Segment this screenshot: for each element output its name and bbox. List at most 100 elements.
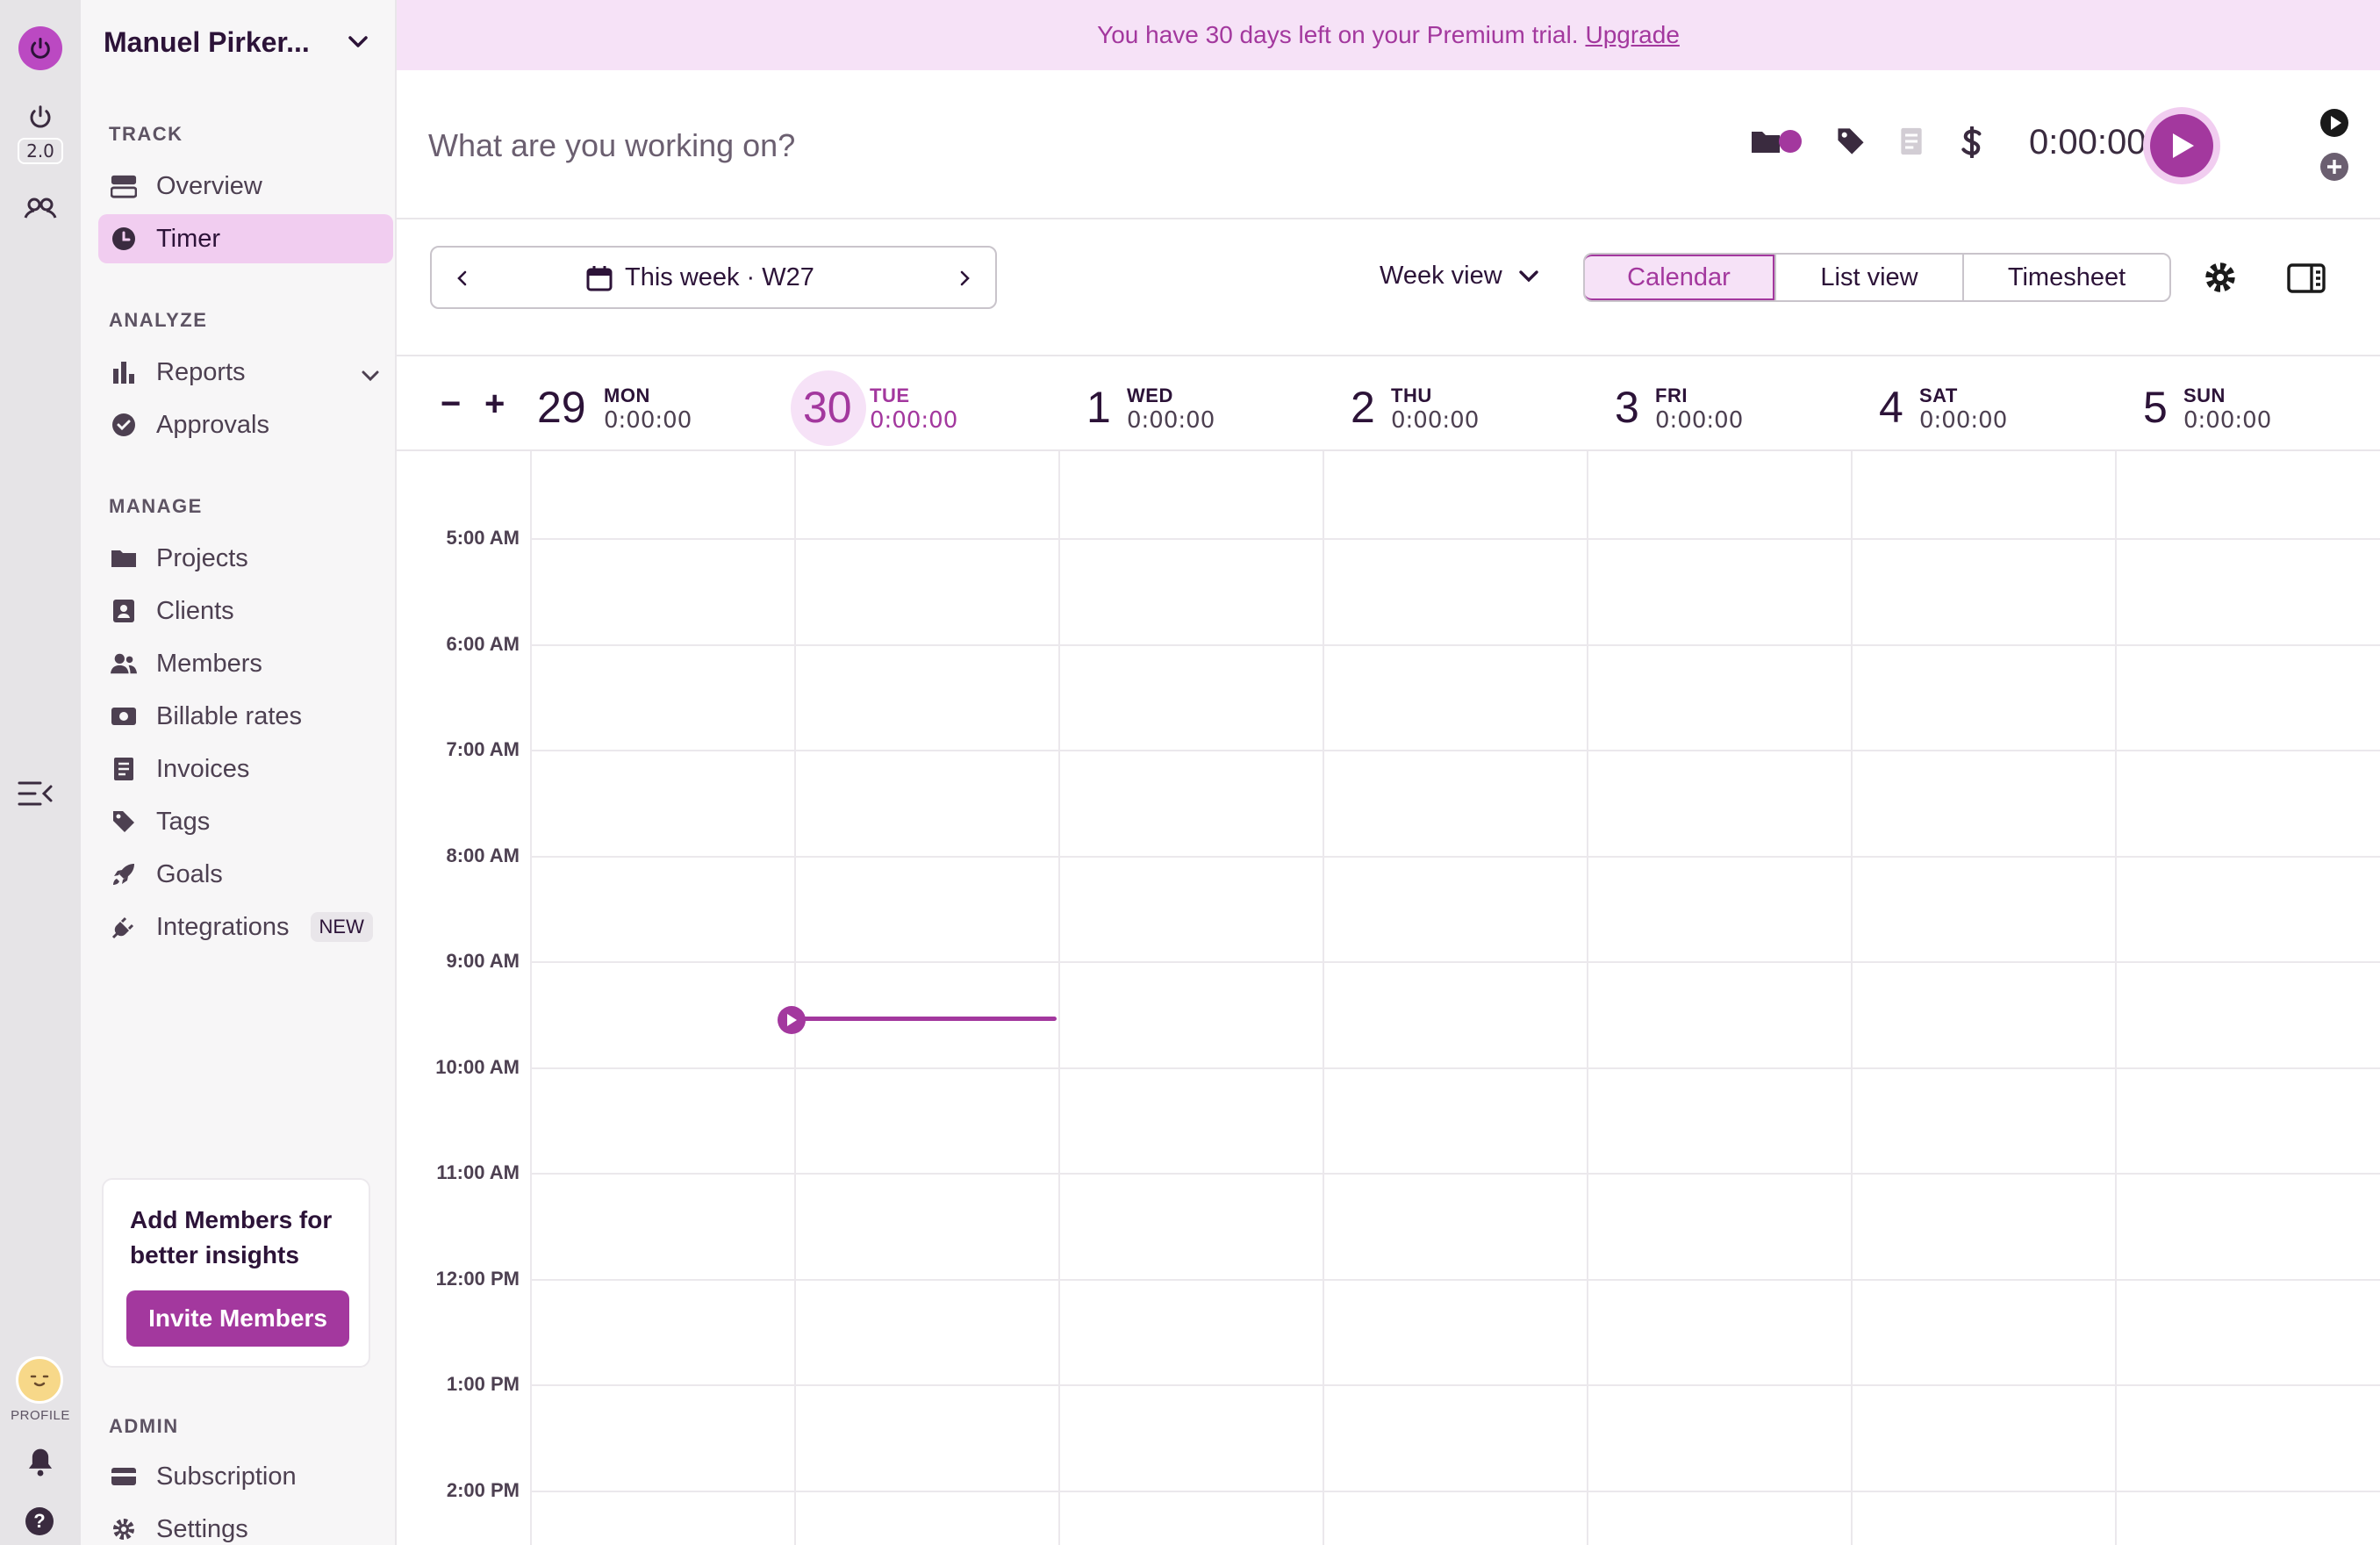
- week-picker[interactable]: This week · W27: [430, 246, 997, 309]
- sidebar-item-goals[interactable]: Goals: [98, 850, 393, 899]
- day-name: FRI: [1655, 384, 1688, 406]
- profile-label: PROFILE: [11, 1408, 70, 1423]
- tag-icon: [111, 808, 137, 835]
- day-total-duration: 0:00:00: [1127, 407, 1215, 434]
- day-number: 2: [1351, 383, 1375, 432]
- section-manage: MANAGE: [109, 495, 203, 517]
- day-total-duration: 0:00:00: [1655, 407, 1744, 434]
- view-select[interactable]: Week view: [1380, 262, 1541, 291]
- hour-gridline: [530, 1173, 2380, 1175]
- client-card-icon: [111, 598, 137, 624]
- hour-label: 6:00 AM: [446, 632, 520, 655]
- chevron-left-icon[interactable]: [449, 265, 476, 291]
- calendar-header: − + 29 MON 0:00:00 30 TUE 0:00:00 1 WED 0:00:00 2…: [397, 356, 2380, 451]
- section-track: TRACK: [109, 123, 183, 145]
- day-name: TUE: [870, 384, 910, 406]
- receipt-icon[interactable]: [1899, 126, 1924, 161]
- day-column-divider: [1058, 451, 1060, 1545]
- day-name: WED: [1127, 384, 1173, 406]
- sidebar-item-projects[interactable]: Projects: [98, 534, 393, 583]
- sidebar-item-tags[interactable]: Tags: [98, 797, 393, 846]
- workspace-name[interactable]: Manuel Pirker...: [104, 26, 310, 59]
- chevron-right-icon[interactable]: [951, 265, 978, 291]
- sidebar-item-integrations[interactable]: Integrations NEW: [98, 902, 393, 952]
- day-total-duration: 0:00:00: [1391, 407, 1480, 434]
- credit-card-icon: [111, 1463, 137, 1490]
- side-panel-icon[interactable]: [2287, 263, 2326, 298]
- sidebar-item-settings[interactable]: Settings: [98, 1505, 393, 1545]
- hour-gridline: [530, 643, 2380, 646]
- sidebar-item-label: Clients: [156, 596, 234, 625]
- bell-icon[interactable]: [26, 1447, 54, 1481]
- day-number: 5: [2143, 383, 2168, 432]
- sidebar-item-members[interactable]: Members: [98, 639, 393, 688]
- sidebar-item-label: Invoices: [156, 754, 250, 783]
- day-name: SUN: [2183, 384, 2226, 406]
- timer-value: 0:00:00: [2029, 123, 2147, 162]
- hour-label: 1:00 PM: [446, 1373, 520, 1395]
- section-admin: ADMIN: [109, 1415, 179, 1437]
- collapse-sidebar-icon[interactable]: [18, 780, 54, 812]
- description-input[interactable]: [428, 119, 1218, 172]
- help-icon[interactable]: ?: [25, 1507, 54, 1535]
- day-column-divider: [794, 451, 796, 1545]
- sidebar-item-label: Goals: [156, 859, 223, 888]
- timer-mode-icon[interactable]: [2319, 107, 2350, 143]
- sidebar-item-invoices[interactable]: Invoices: [98, 744, 393, 794]
- members-icon: [111, 650, 137, 677]
- project-picker-icon[interactable]: [1750, 126, 1804, 161]
- current-time-line: [792, 1017, 1057, 1021]
- calendar-grid[interactable]: 5:00 AM 6:00 AM 7:00 AM 8:00 AM 9:00 AM 10:00…: [397, 451, 2380, 1545]
- bar-chart-icon: [111, 359, 137, 385]
- overview-icon: [111, 173, 137, 199]
- chevron-down-icon[interactable]: [360, 362, 381, 391]
- sidebar-item-label: Projects: [156, 543, 248, 572]
- tab-calendar[interactable]: Calendar: [1585, 255, 1774, 300]
- current-time-play-icon[interactable]: [778, 1006, 806, 1034]
- tab-list-view[interactable]: List view: [1774, 255, 1962, 300]
- sidebar-item-timer[interactable]: Timer: [98, 214, 393, 263]
- sidebar: Manuel Pirker... TRACK Overview Timer AN…: [81, 0, 397, 1545]
- week-label-group[interactable]: This week · W27: [586, 263, 814, 292]
- tab-timesheet[interactable]: Timesheet: [1962, 255, 2169, 300]
- day-number: 29: [537, 383, 586, 432]
- zoom-out-button[interactable]: −: [441, 384, 461, 424]
- invite-members-button[interactable]: Invite Members: [126, 1290, 349, 1347]
- billable-dollar-icon[interactable]: [1961, 126, 1983, 162]
- chevron-down-icon[interactable]: [346, 33, 370, 55]
- play-icon: [2150, 114, 2213, 177]
- start-timer-button[interactable]: [2143, 107, 2220, 184]
- toggl-logo-icon[interactable]: [18, 26, 62, 70]
- view-tabs: Calendar List view Timesheet: [1583, 253, 2171, 302]
- trial-banner: You have 30 days left on your Premium tr…: [397, 0, 2380, 70]
- sidebar-item-billable-rates[interactable]: Billable rates: [98, 692, 393, 741]
- manual-mode-icon[interactable]: [2319, 151, 2350, 187]
- hour-gridline: [530, 750, 2380, 751]
- promo-title: Add Members for better insights: [130, 1206, 333, 1268]
- track-v2-switch[interactable]: 2.0: [18, 104, 63, 164]
- check-circle-icon: [111, 412, 137, 438]
- sidebar-item-overview[interactable]: Overview: [98, 162, 393, 211]
- hour-label: 12:00 PM: [435, 1267, 520, 1290]
- upgrade-link[interactable]: Upgrade: [1585, 21, 1679, 49]
- sidebar-item-approvals[interactable]: Approvals: [98, 400, 393, 449]
- day-number: 1: [1086, 383, 1111, 432]
- gear-icon: [111, 1516, 137, 1542]
- day-total-duration: 0:00:00: [2183, 407, 2272, 434]
- team-icon[interactable]: [21, 195, 60, 226]
- profile-avatar[interactable]: [16, 1356, 63, 1404]
- sidebar-item-reports[interactable]: Reports: [98, 348, 393, 397]
- hour-gridline: [530, 1384, 2380, 1386]
- day-column-divider: [1587, 451, 1588, 1545]
- sidebar-item-subscription[interactable]: Subscription: [98, 1452, 393, 1501]
- gear-icon[interactable]: [2204, 262, 2236, 298]
- week-number: W27: [762, 263, 814, 291]
- day-name: THU: [1391, 384, 1432, 406]
- sidebar-item-clients[interactable]: Clients: [98, 586, 393, 636]
- zoom-in-button[interactable]: +: [484, 384, 505, 424]
- sidebar-item-label: Integrations: [156, 912, 290, 941]
- invoice-icon: [111, 756, 137, 782]
- rocket-icon: [111, 861, 137, 887]
- day-total-duration: 0:00:00: [1919, 407, 2008, 434]
- tag-icon[interactable]: [1836, 126, 1866, 161]
